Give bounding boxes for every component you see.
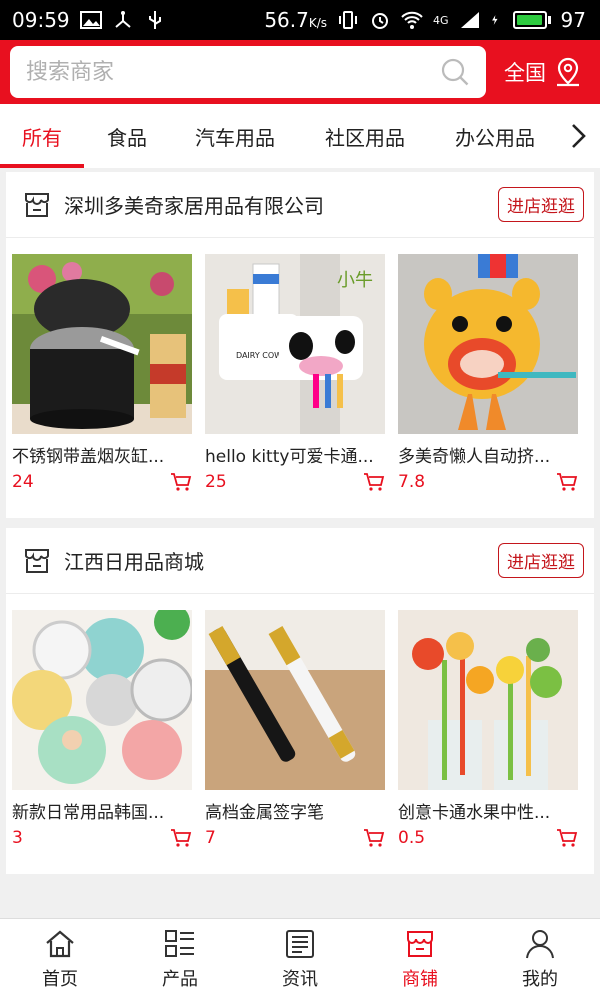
product-image-toothbrush-holder[interactable]: DAIRY COW 小牛 <box>205 254 385 434</box>
product-price: 24 <box>12 472 34 492</box>
product-name: 创意卡通水果中性... <box>398 803 551 823</box>
signal-icon <box>460 12 479 28</box>
wifi-icon <box>401 11 423 29</box>
product-name: 不锈钢带盖烟灰缸... <box>12 447 165 467</box>
product-price: 3 <box>12 828 23 848</box>
product-price: 7.8 <box>398 472 426 492</box>
product-list: 新款日常用品韩国... 3 高档金属签字笔 7 创意卡通水果中性... 0.5 <box>6 594 594 849</box>
tab-food[interactable]: 食品 <box>84 104 170 168</box>
product-image-fruit-pens[interactable] <box>398 610 578 790</box>
shop-card: 江西日用品商城 进店逛逛 新款日常用品韩国... 3 高档金属签字笔 7 创意卡… <box>6 528 594 874</box>
product-list: 不锈钢带盖烟灰缸... 24 DAIRY COW 小牛 hello kitty可… <box>6 238 594 493</box>
list-icon <box>165 929 194 957</box>
product-item[interactable]: 高档金属签字笔 7 <box>205 610 385 849</box>
product-price: 25 <box>205 472 227 492</box>
add-to-cart-icon[interactable] <box>556 827 578 849</box>
region-label: 全国 <box>504 61 546 85</box>
nav-products[interactable]: 产品 <box>120 919 240 1000</box>
location-pin-icon <box>557 57 579 87</box>
chevron-right-icon[interactable] <box>556 104 600 168</box>
battery-percent: 97 <box>560 8 586 32</box>
product-price: 0.5 <box>398 828 426 848</box>
shop-card: 深圳多美奇家居用品有限公司 进店逛逛 不锈钢带盖烟灰缸... 24 DAIRY … <box>6 172 594 518</box>
product-name: 高档金属签字笔 <box>205 803 324 823</box>
status-time: 09:59 <box>12 8 70 32</box>
enter-shop-button[interactable]: 进店逛逛 <box>498 187 584 222</box>
search-box[interactable] <box>10 46 486 98</box>
store-icon <box>25 192 49 217</box>
product-item[interactable]: 不锈钢带盖烟灰缸... 24 <box>12 254 192 493</box>
nav-home[interactable]: 首页 <box>0 919 120 1000</box>
region-selector[interactable]: 全国 <box>504 57 582 87</box>
status-bar: 09:59 56.7K/s 4G 97 <box>0 0 600 40</box>
product-item[interactable]: 新款日常用品韩国... 3 <box>12 610 192 849</box>
image-icon <box>79 11 102 29</box>
shop-header: 深圳多美奇家居用品有限公司 进店逛逛 <box>6 172 594 238</box>
alarm-icon <box>372 13 389 29</box>
add-to-cart-icon[interactable] <box>556 471 578 493</box>
news-icon <box>286 929 314 958</box>
product-image-tiger-squeezer[interactable] <box>398 254 578 434</box>
product-item[interactable]: 创意卡通水果中性... 0.5 <box>398 610 578 849</box>
category-tabs: 所有 食品 汽车用品 社区用品 办公用品 <box>0 104 600 168</box>
charging-icon <box>491 15 498 25</box>
product-image-pens[interactable] <box>205 610 385 790</box>
tab-community-supplies[interactable]: 社区用品 <box>300 104 430 168</box>
enter-shop-button[interactable]: 进店逛逛 <box>498 543 584 578</box>
network-speed: 56.7K/s <box>264 8 328 32</box>
store-icon <box>25 548 49 573</box>
shop-header: 江西日用品商城 进店逛逛 <box>6 528 594 594</box>
product-item[interactable]: 多美奇懒人自动挤... 7.8 <box>398 254 578 493</box>
product-name: hello kitty可爱卡通... <box>205 447 374 467</box>
product-image-mirrors[interactable] <box>12 610 192 790</box>
home-icon <box>46 930 74 957</box>
vibrate-icon <box>339 11 358 29</box>
search-icon[interactable] <box>440 57 470 87</box>
add-to-cart-icon[interactable] <box>170 471 192 493</box>
battery-icon <box>512 11 551 29</box>
add-to-cart-icon[interactable] <box>170 827 192 849</box>
brand-text: DAIRY COW <box>236 351 282 360</box>
product-item[interactable]: DAIRY COW 小牛 hello kitty可爱卡通... 25 <box>205 254 385 493</box>
product-image-ashtray[interactable] <box>12 254 192 434</box>
add-to-cart-icon[interactable] <box>363 827 385 849</box>
nav-mine[interactable]: 我的 <box>480 919 600 1000</box>
tag-text: 小牛 <box>337 270 373 291</box>
search-input[interactable] <box>26 59 406 85</box>
share-icon <box>114 11 131 28</box>
tab-all[interactable]: 所有 <box>0 104 84 168</box>
add-to-cart-icon[interactable] <box>363 471 385 493</box>
tab-auto-supplies[interactable]: 汽车用品 <box>170 104 300 168</box>
bottom-nav: 首页 产品 资讯 商铺 我的 <box>0 918 600 1000</box>
header: 全国 <box>0 40 600 104</box>
usb-icon <box>148 11 161 29</box>
network-type: 4G <box>433 13 449 27</box>
tab-office-supplies[interactable]: 办公用品 <box>430 104 560 168</box>
shop-name[interactable]: 深圳多美奇家居用品有限公司 <box>64 190 498 219</box>
nav-stores[interactable]: 商铺 <box>360 919 480 1000</box>
nav-news[interactable]: 资讯 <box>240 919 360 1000</box>
shop-name[interactable]: 江西日用品商城 <box>64 546 498 575</box>
user-icon <box>526 929 554 958</box>
store-icon <box>407 930 433 957</box>
product-name: 多美奇懒人自动挤... <box>398 447 551 467</box>
product-name: 新款日常用品韩国... <box>12 803 165 823</box>
product-price: 7 <box>205 828 216 848</box>
